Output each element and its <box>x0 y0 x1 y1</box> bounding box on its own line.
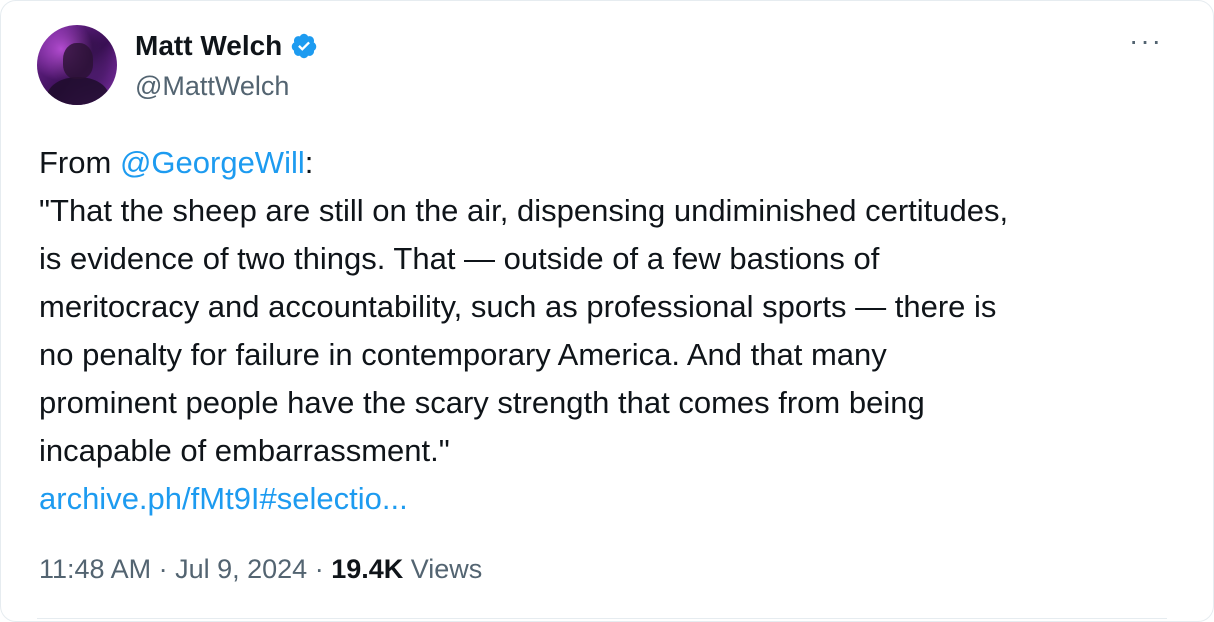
quote-line: prominent people have the scary strength… <box>39 385 925 420</box>
quote-line: "That the sheep are still on the air, di… <box>39 193 1009 228</box>
tweet-card: Matt Welch @MattWelch ··· From @GeorgeWi… <box>0 0 1214 622</box>
quote-line: is evidence of two things. That — outsid… <box>39 241 880 276</box>
author-name-row: Matt Welch <box>135 29 318 63</box>
avatar-face <box>63 43 93 79</box>
meta-separator: · <box>307 554 332 584</box>
tweet-time[interactable]: 11:48 AM <box>39 554 151 584</box>
views-count[interactable]: 19.4K <box>331 554 403 584</box>
author-display-name[interactable]: Matt Welch <box>135 29 282 63</box>
tweet-from-prefix: From <box>39 145 120 180</box>
quote-line: no penalty for failure in contemporary A… <box>39 337 887 372</box>
tweet-text: From @GeorgeWill: "That the sheep are st… <box>39 139 1169 523</box>
tweet-after-mention: : <box>304 145 314 180</box>
quote-line: meritocracy and accountability, such as … <box>39 289 997 324</box>
tweet-meta: 11:48 AM · Jul 9, 2024 · 19.4K Views <box>39 549 482 589</box>
more-options-icon[interactable]: ··· <box>1129 27 1163 55</box>
author-handle[interactable]: @MattWelch <box>135 69 289 103</box>
meta-separator: · <box>151 554 176 584</box>
mention-link[interactable]: @GeorgeWill <box>120 145 305 180</box>
tweet-date[interactable]: Jul 9, 2024 <box>175 554 307 584</box>
quote-line: incapable of embarrassment." <box>39 433 450 468</box>
avatar[interactable] <box>37 25 117 105</box>
verified-badge-icon <box>292 33 317 59</box>
archive-link[interactable]: archive.ph/fMt9I#selectio... <box>39 481 408 516</box>
avatar-shoulders <box>47 77 109 105</box>
divider <box>37 618 1167 619</box>
views-label: Views <box>403 554 483 584</box>
